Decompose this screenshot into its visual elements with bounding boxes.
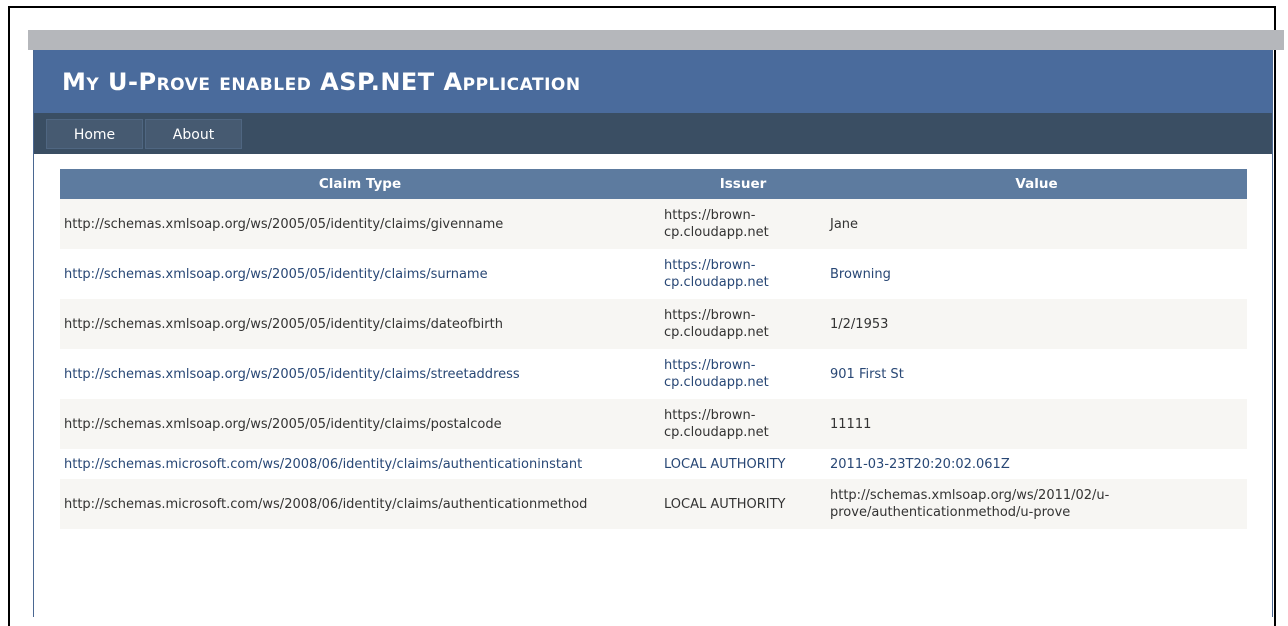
issuer-cell: https://brown-cp.cloudapp.net — [660, 399, 826, 449]
browser-top-bar — [28, 30, 1284, 50]
value-cell: 1/2/1953 — [826, 299, 1247, 349]
nav-menu: Home About — [34, 113, 1272, 154]
value-cell: 2011-03-23T20:20:02.061Z — [826, 449, 1247, 479]
table-row: http://schemas.xmlsoap.org/ws/2005/05/id… — [60, 199, 1247, 249]
issuer-cell: LOCAL AUTHORITY — [660, 479, 826, 529]
value-cell: 901 First St — [826, 349, 1247, 399]
claim-type-cell: http://schemas.xmlsoap.org/ws/2005/05/id… — [60, 249, 660, 299]
issuer-cell: https://brown-cp.cloudapp.net — [660, 249, 826, 299]
value-cell: http://schemas.xmlsoap.org/ws/2011/02/u-… — [826, 479, 1247, 529]
table-row: http://schemas.microsoft.com/ws/2008/06/… — [60, 479, 1247, 529]
issuer-cell: https://brown-cp.cloudapp.net — [660, 299, 826, 349]
issuer-cell: https://brown-cp.cloudapp.net — [660, 349, 826, 399]
nav-item-home[interactable]: Home — [46, 119, 143, 149]
issuer-cell: LOCAL AUTHORITY — [660, 449, 826, 479]
claim-type-cell: http://schemas.microsoft.com/ws/2008/06/… — [60, 449, 660, 479]
claims-table: Claim Type Issuer Value http://schemas.x… — [60, 169, 1247, 529]
value-cell: Browning — [826, 249, 1247, 299]
table-row: http://schemas.xmlsoap.org/ws/2005/05/id… — [60, 299, 1247, 349]
table-row: http://schemas.xmlsoap.org/ws/2005/05/id… — [60, 249, 1247, 299]
column-header-issuer: Issuer — [660, 169, 826, 199]
app-title: My U-Prove enabled ASP.NET Application — [62, 68, 581, 96]
nav-item-about[interactable]: About — [145, 119, 242, 149]
claim-type-cell: http://schemas.xmlsoap.org/ws/2005/05/id… — [60, 349, 660, 399]
page-container: My U-Prove enabled ASP.NET Application H… — [33, 50, 1273, 617]
claim-type-cell: http://schemas.microsoft.com/ws/2008/06/… — [60, 479, 660, 529]
table-header-row: Claim Type Issuer Value — [60, 169, 1247, 199]
issuer-cell: https://brown-cp.cloudapp.net — [660, 199, 826, 249]
claim-type-cell: http://schemas.xmlsoap.org/ws/2005/05/id… — [60, 299, 660, 349]
column-header-value: Value — [826, 169, 1247, 199]
site-header: My U-Prove enabled ASP.NET Application — [34, 50, 1272, 113]
table-row: http://schemas.xmlsoap.org/ws/2005/05/id… — [60, 349, 1247, 399]
column-header-claim-type: Claim Type — [60, 169, 660, 199]
table-row: http://schemas.microsoft.com/ws/2008/06/… — [60, 449, 1247, 479]
value-cell: Jane — [826, 199, 1247, 249]
value-cell: 11111 — [826, 399, 1247, 449]
claim-type-cell: http://schemas.xmlsoap.org/ws/2005/05/id… — [60, 399, 660, 449]
claim-type-cell: http://schemas.xmlsoap.org/ws/2005/05/id… — [60, 199, 660, 249]
table-row: http://schemas.xmlsoap.org/ws/2005/05/id… — [60, 399, 1247, 449]
